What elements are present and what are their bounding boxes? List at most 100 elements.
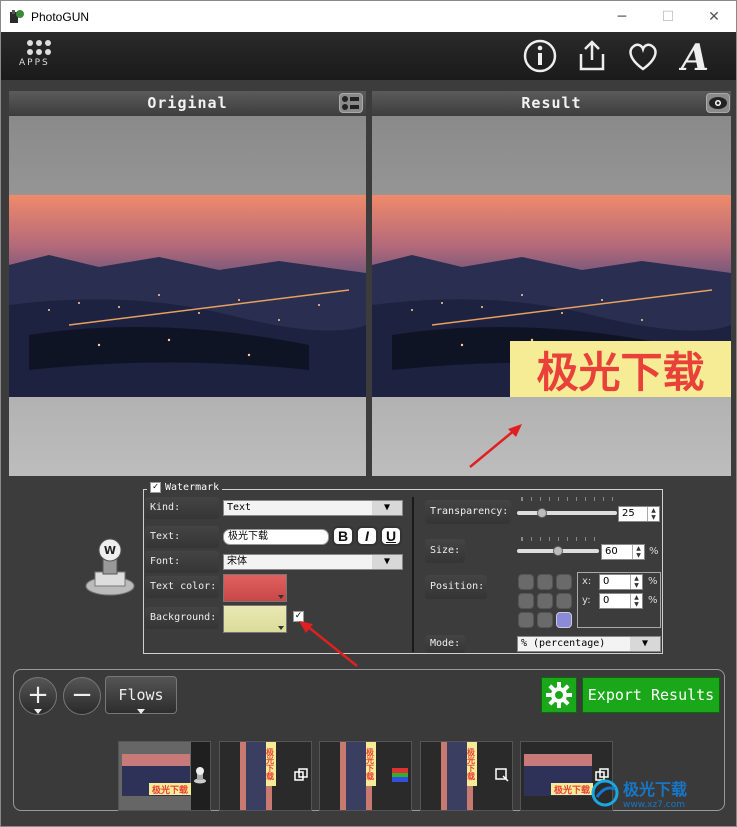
watermark-section-header: ✓ Watermark <box>147 482 223 493</box>
spin-arrows-icon[interactable]: ▲ ▼ <box>632 545 644 559</box>
watermark-section-title: Watermark <box>165 482 220 493</box>
font-label: Font: <box>145 551 219 573</box>
x-percent-sign: % <box>648 576 658 587</box>
apps-grid-icon <box>27 40 59 55</box>
info-icon[interactable] <box>522 38 558 74</box>
list-icon <box>342 96 359 110</box>
size-percent-sign: % <box>649 546 659 557</box>
site-logo-url: www.xz7.com <box>623 800 685 810</box>
compare-toggle-button[interactable] <box>339 93 363 113</box>
mode-select[interactable]: % (percentage) ▼ <box>517 636 661 652</box>
size-ticks <box>521 537 597 541</box>
svg-text:A: A <box>679 38 709 74</box>
result-image-panel: 极光下载 <box>372 116 731 476</box>
remove-button[interactable]: − <box>63 677 101 715</box>
settings-button[interactable] <box>541 677 577 713</box>
position-cell[interactable] <box>537 593 553 609</box>
watermark-overlay: 极光下载 <box>510 341 731 397</box>
title-bar: PhotoGUN ─ ☐ ✕ <box>1 1 736 32</box>
top-toolbar: APPS A <box>1 32 736 80</box>
thumbnail-watermark-text: 极光下载 <box>551 783 593 796</box>
spin-arrows-icon[interactable]: ▲ ▼ <box>647 507 659 521</box>
x-spinbox[interactable]: 0 ▲ ▼ <box>599 574 643 590</box>
position-cell[interactable] <box>556 574 572 590</box>
y-spinbox[interactable]: 0 ▲ ▼ <box>599 593 643 609</box>
text-label: Text: <box>145 526 219 548</box>
heart-icon[interactable] <box>625 38 661 74</box>
preview-eye-button[interactable] <box>706 93 730 113</box>
transparency-ticks <box>521 497 613 501</box>
transparency-slider[interactable] <box>517 511 617 515</box>
minimize-button[interactable]: ─ <box>599 1 645 32</box>
thumbnail-watermark-text: 极光下载 <box>366 742 376 786</box>
underline-button[interactable]: U <box>380 526 402 546</box>
position-cell[interactable] <box>518 612 534 628</box>
spin-arrows-icon[interactable]: ▲ ▼ <box>630 594 642 608</box>
kind-select[interactable]: Text ▼ <box>223 500 403 516</box>
x-label: x: <box>582 576 592 587</box>
result-photo: 极光下载 <box>372 195 731 397</box>
mode-select-value: % (percentage) <box>521 638 606 649</box>
gear-icon <box>546 682 572 708</box>
y-value: 0 <box>603 595 610 606</box>
position-cell[interactable] <box>537 574 553 590</box>
text-color-label: Text color: <box>145 576 219 598</box>
watermark-text-input[interactable]: 极光下载 <box>223 529 329 545</box>
rotate-icon <box>294 768 308 781</box>
site-logo: 极光下载 www.xz7.com <box>591 776 687 810</box>
svg-text:W: W <box>104 544 116 557</box>
original-image-panel <box>9 116 366 476</box>
thumbnail-step-2[interactable]: 极光下载 <box>219 741 312 811</box>
mode-label: Mode: <box>425 635 465 653</box>
size-spinbox[interactable]: 60 ▲ ▼ <box>601 544 645 560</box>
text-color-swatch[interactable] <box>223 574 287 602</box>
size-value: 60 <box>605 546 618 557</box>
app-logo-icon <box>10 9 24 23</box>
position-cell[interactable] <box>518 574 534 590</box>
app-window: PhotoGUN ─ ☐ ✕ APPS A Original Result 极光… <box>0 0 737 827</box>
apps-button[interactable]: APPS <box>19 40 59 76</box>
position-grid[interactable] <box>517 573 573 629</box>
size-slider-knob[interactable] <box>553 546 563 556</box>
annotation-arrow <box>469 424 522 468</box>
thumbnail-step-3[interactable]: 极光下载 <box>319 741 412 811</box>
apps-label: APPS <box>19 58 50 68</box>
rgb-color-icon <box>392 768 408 782</box>
transparency-value: 25 <box>622 508 635 519</box>
font-select[interactable]: 宋体 ▼ <box>223 554 403 570</box>
background-color-swatch[interactable] <box>223 605 287 633</box>
chevron-down-icon: ▼ <box>630 637 660 651</box>
position-cell-selected[interactable] <box>556 612 572 628</box>
resize-icon <box>495 768 509 782</box>
kind-select-value: Text <box>227 502 252 513</box>
watermark-enable-checkbox[interactable]: ✓ <box>150 482 161 493</box>
annotation-arrow <box>299 621 358 667</box>
y-label: y: <box>582 595 591 606</box>
transparency-label: Transparency: <box>425 500 511 524</box>
spin-arrows-icon[interactable]: ▲ ▼ <box>630 575 642 589</box>
font-a-icon[interactable]: A <box>679 38 721 74</box>
thumbnail-watermark-step[interactable]: 极光下载 <box>118 741 211 811</box>
panel-divider <box>412 497 414 652</box>
window-title: PhotoGUN <box>31 9 90 24</box>
transparency-spinbox[interactable]: 25 ▲ ▼ <box>618 506 660 522</box>
close-button[interactable]: ✕ <box>691 1 737 32</box>
export-results-button[interactable]: Export Results <box>582 677 720 713</box>
share-icon[interactable] <box>574 38 610 74</box>
thumbnail-step-4[interactable]: 极光下载 <box>420 741 513 811</box>
position-cell[interactable] <box>537 612 553 628</box>
stamp-icon: W <box>85 538 135 596</box>
transparency-slider-knob[interactable] <box>537 508 547 518</box>
dropdown-triangle-icon <box>278 626 284 630</box>
italic-button[interactable]: I <box>356 526 378 546</box>
chevron-down-icon: ▼ <box>372 501 402 515</box>
size-label: Size: <box>425 539 465 563</box>
chevron-down-icon: ▼ <box>372 555 402 569</box>
background-label: Background: <box>145 607 219 629</box>
stamp-icon <box>194 767 206 784</box>
bold-button[interactable]: B <box>332 526 354 546</box>
position-cell[interactable] <box>556 593 572 609</box>
maximize-button[interactable]: ☐ <box>645 1 691 32</box>
position-cell[interactable] <box>518 593 534 609</box>
y-percent-sign: % <box>648 595 658 606</box>
